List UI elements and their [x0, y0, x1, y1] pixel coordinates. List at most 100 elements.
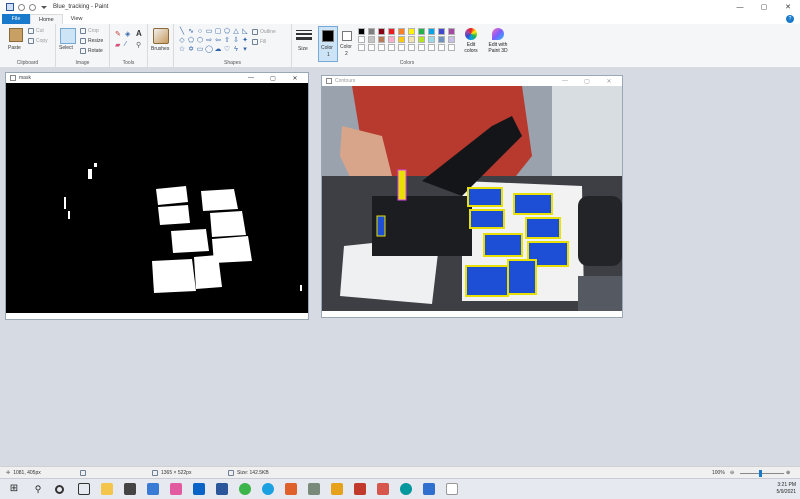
search-icon[interactable]: ⚲: [32, 483, 44, 495]
maximize-button[interactable]: ▢: [752, 0, 776, 14]
app-icon[interactable]: [423, 483, 435, 495]
acrobat-icon[interactable]: [354, 483, 366, 495]
diamond-shape-icon[interactable]: ◇: [178, 37, 186, 45]
pentagon-shape-icon[interactable]: ⬠: [187, 37, 195, 45]
colors-group: Colors: [356, 24, 458, 68]
close-button[interactable]: ✕: [598, 76, 620, 86]
maximize-button[interactable]: ▢: [262, 73, 284, 83]
arrow-up-shape-icon[interactable]: ⇧: [223, 37, 231, 45]
resize-button[interactable]: Resize: [80, 38, 103, 44]
contours-window[interactable]: Contours — ▢ ✕: [321, 75, 623, 318]
paint-icon[interactable]: [446, 483, 458, 495]
mask-blob: [171, 229, 209, 253]
tab-home[interactable]: Home: [30, 14, 63, 24]
callout-oval-shape-icon[interactable]: ◯: [205, 46, 213, 54]
line-shape-icon[interactable]: ╲: [178, 28, 186, 36]
mask-window-titlebar[interactable]: mask — ▢ ✕: [6, 73, 308, 83]
brushes-button[interactable]: Brushes: [151, 46, 169, 52]
file-explorer-icon[interactable]: [101, 483, 113, 495]
rotate-button[interactable]: Rotate: [80, 48, 103, 54]
magnifier-icon[interactable]: ⚲: [136, 41, 141, 49]
help-icon[interactable]: ?: [786, 15, 794, 23]
contours-window-titlebar[interactable]: Contours — ▢ ✕: [322, 76, 622, 86]
oval-shape-icon[interactable]: ○: [196, 28, 204, 36]
paste-button[interactable]: Paste: [8, 45, 21, 51]
more-shapes-icon[interactable]: ▾: [241, 46, 249, 54]
undo-icon[interactable]: [18, 3, 25, 11]
zoom-out-button[interactable]: ⊖: [730, 470, 734, 476]
star6-shape-icon[interactable]: ✡: [187, 46, 195, 54]
zoom-slider[interactable]: [740, 473, 784, 474]
maximize-button[interactable]: ▢: [576, 76, 598, 86]
edit-colors-button[interactable]: Edit colors: [462, 28, 480, 54]
minimize-button[interactable]: —: [728, 0, 752, 14]
heart-shape-icon[interactable]: ♡: [223, 46, 231, 54]
arrow-right-shape-icon[interactable]: ⇨: [205, 37, 213, 45]
start-icon[interactable]: ⊞: [8, 483, 20, 495]
minimize-button[interactable]: —: [240, 73, 262, 83]
close-button[interactable]: ✕: [776, 0, 800, 14]
mail-icon[interactable]: [147, 483, 159, 495]
store-icon[interactable]: [124, 483, 136, 495]
edge-icon[interactable]: [262, 483, 274, 495]
hexagon-shape-icon[interactable]: ⬡: [196, 37, 204, 45]
system-clock[interactable]: 3:21 PM 5/9/2021: [777, 482, 796, 496]
eraser-icon[interactable]: ▰: [115, 41, 120, 49]
minimize-button[interactable]: —: [554, 76, 576, 86]
customize-caret-icon[interactable]: [41, 5, 47, 9]
zoom-slider-thumb[interactable]: [759, 470, 762, 477]
star5-shape-icon[interactable]: ☆: [178, 46, 186, 54]
arrow-down-shape-icon[interactable]: ⇩: [232, 37, 240, 45]
outline-button[interactable]: Outline: [252, 29, 276, 35]
color2-button[interactable]: Color 2: [340, 26, 356, 62]
matlab-icon[interactable]: [285, 483, 297, 495]
brush-icon[interactable]: [153, 28, 169, 44]
task-view-icon[interactable]: [78, 483, 90, 495]
outlook-icon[interactable]: [193, 483, 205, 495]
arduino-icon[interactable]: [400, 483, 412, 495]
save-icon[interactable]: [6, 3, 14, 11]
canvas-workspace[interactable]: mask — ▢ ✕ Contours — ▢ ✕: [0, 68, 800, 466]
edit-paint3d-button[interactable]: Edit with Paint 3D: [484, 28, 512, 54]
fill-icon[interactable]: ◈: [125, 30, 130, 38]
rounded-rect-shape-icon[interactable]: ▢: [214, 28, 222, 36]
tab-file[interactable]: File: [2, 14, 30, 24]
polygon-shape-icon[interactable]: ⬠: [223, 28, 231, 36]
size-button[interactable]: Size: [298, 46, 308, 52]
app-icon[interactable]: [308, 483, 320, 495]
cut-button[interactable]: Cut: [28, 28, 44, 34]
text-tool-icon[interactable]: A: [136, 29, 142, 38]
right-triangle-shape-icon[interactable]: ◺: [241, 28, 249, 36]
pencil-icon[interactable]: ✎: [115, 30, 121, 38]
arrow-left-shape-icon[interactable]: ⇦: [214, 37, 222, 45]
callout-rect-shape-icon[interactable]: ▭: [196, 46, 204, 54]
redo-icon[interactable]: [29, 3, 36, 11]
triangle-shape-icon[interactable]: △: [232, 28, 240, 36]
cortana-icon[interactable]: [55, 485, 64, 494]
select-button[interactable]: Select: [59, 45, 73, 51]
tab-view[interactable]: View: [63, 14, 91, 24]
powerpoint-icon[interactable]: [377, 483, 389, 495]
callout-cloud-shape-icon[interactable]: ☁: [214, 46, 222, 54]
star4-shape-icon[interactable]: ✦: [241, 37, 249, 45]
app-icon[interactable]: [331, 483, 343, 495]
color2-number: 2: [345, 51, 348, 57]
curve-shape-icon[interactable]: ∿: [187, 28, 195, 36]
select-icon[interactable]: [60, 28, 76, 44]
lightning-shape-icon[interactable]: ϟ: [232, 46, 240, 54]
app-icon[interactable]: [170, 483, 182, 495]
mask-window[interactable]: mask — ▢ ✕: [5, 72, 309, 320]
color-picker-icon[interactable]: ⁄: [125, 41, 126, 48]
copy-button[interactable]: Copy: [28, 38, 48, 44]
zoom-in-button[interactable]: ⊕: [786, 470, 790, 476]
color1-button[interactable]: Color 1: [318, 26, 338, 62]
fill-button[interactable]: Fill: [252, 39, 266, 45]
contour-box: [525, 217, 561, 239]
close-button[interactable]: ✕: [284, 73, 306, 83]
rectangle-shape-icon[interactable]: ▭: [205, 28, 213, 36]
crop-button[interactable]: Crop: [80, 28, 99, 34]
app-icon[interactable]: [239, 483, 251, 495]
contour-box: [469, 209, 505, 229]
paste-icon[interactable]: [9, 28, 23, 42]
word-icon[interactable]: [216, 483, 228, 495]
